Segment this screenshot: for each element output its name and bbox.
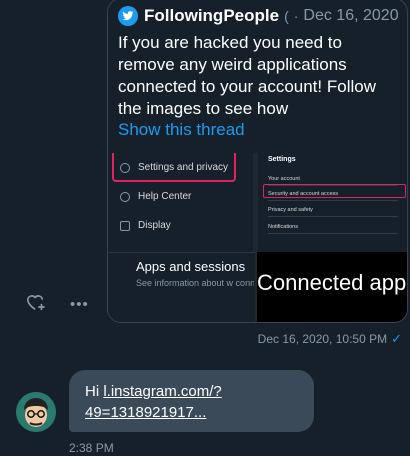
apps-title: Apps and sessions: [136, 259, 246, 274]
tweet-author[interactable]: FollowingPeople: [144, 6, 279, 26]
media-settings-panel: Settings Your account Security and accou…: [258, 153, 407, 252]
checkmark-icon: ✓: [391, 331, 402, 346]
settings-title: Settings: [268, 156, 296, 163]
tweet-date[interactable]: Dec 16, 2020: [303, 7, 398, 25]
media-left-menu: Settings and privacy Help Center Display: [108, 153, 253, 252]
apps-description: See information about w connected to you…: [136, 278, 254, 288]
tweet-header: FollowingPeople ( · Dec 16, 2020: [118, 5, 401, 27]
tweet-separator: ·: [293, 8, 299, 24]
menu-row: Help Center: [120, 191, 191, 202]
twitter-bird-icon: [118, 6, 138, 26]
help-icon: [120, 191, 130, 202]
tweet-media[interactable]: Settings and privacy Help Center Display…: [108, 153, 407, 322]
message-meta: Dec 16, 2020, 10:50 PM ✓: [258, 331, 402, 347]
gear-icon: [120, 162, 130, 173]
connected-title: Connected app: [257, 270, 407, 295]
settings-item: Security and account access: [268, 191, 398, 201]
menu-row-label: Display: [138, 220, 171, 231]
more-options-icon[interactable]: •••: [70, 296, 89, 313]
settings-item: Privacy and safety: [268, 207, 398, 217]
show-thread-link[interactable]: Show this thread: [118, 120, 245, 140]
message-bubble: Hi l.instagram.com/?49=1318921917...: [69, 370, 314, 432]
avatar[interactable]: [16, 392, 56, 432]
settings-item: Your account: [268, 176, 398, 186]
menu-row-label: Settings and privacy: [138, 162, 229, 173]
tweet-text: If you are hacked you need to remove any…: [118, 33, 376, 118]
tweet-handle[interactable]: (: [284, 8, 289, 24]
message-actions: •••: [25, 292, 89, 317]
menu-row: Display: [120, 220, 171, 231]
settings-item: Notifications: [268, 224, 398, 234]
connected-apps-panel: Connected app: [257, 252, 407, 322]
apps-sessions-panel: Apps and sessions See information about …: [108, 252, 255, 322]
shared-tweet-card[interactable]: FollowingPeople ( · Dec 16, 2020 If you …: [107, 0, 408, 323]
message-prefix: Hi: [85, 383, 104, 400]
message-link[interactable]: l.instagram.com/?49=1318921917...: [85, 383, 222, 421]
message-time: 2:38 PM: [69, 441, 114, 455]
message-timestamp: Dec 16, 2020, 10:50 PM: [257, 332, 388, 346]
menu-row: Settings and privacy: [120, 162, 228, 173]
menu-row-label: Help Center: [138, 191, 192, 202]
edit-icon: [120, 220, 130, 231]
like-add-icon[interactable]: [25, 292, 47, 317]
